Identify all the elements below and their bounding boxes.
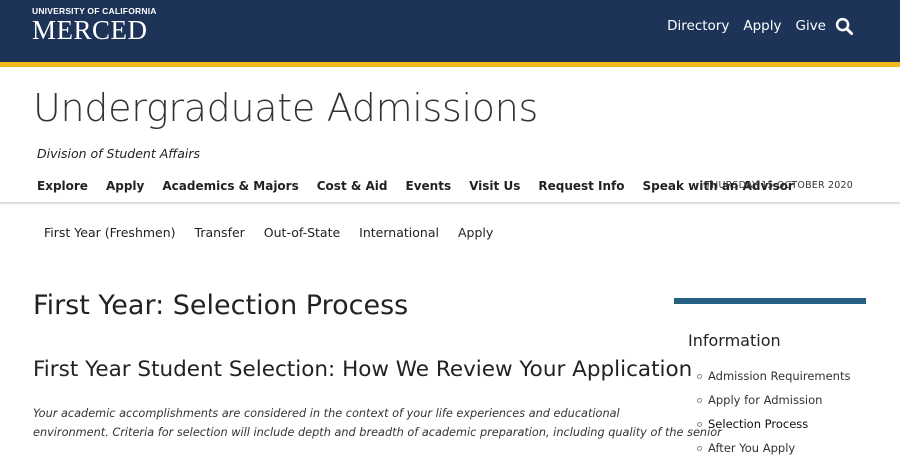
site-title[interactable]: Undergraduate Admissions (33, 86, 538, 130)
sidebar-heading: Information (688, 331, 781, 350)
nav-cost-aid[interactable]: Cost & Aid (317, 179, 388, 193)
sidebar-item-label: Apply for Admission (708, 393, 823, 407)
accent-line (0, 62, 900, 67)
intro-paragraph: Your academic accomplishments are consid… (33, 404, 722, 442)
intro-line-1: Your academic accomplishments are consid… (33, 407, 620, 420)
bullet-icon (697, 397, 702, 403)
subnav-out-of-state[interactable]: Out-of-State (264, 225, 340, 240)
division-name[interactable]: Division of Student Affairs (37, 146, 200, 161)
utility-nav: Directory Apply Give (667, 18, 826, 34)
subnav-first-year[interactable]: First Year (Freshmen) (44, 225, 176, 240)
nav-events[interactable]: Events (406, 179, 452, 193)
nav-explore[interactable]: Explore (37, 179, 88, 193)
search-icon[interactable] (835, 17, 854, 36)
nav-request-info[interactable]: Request Info (538, 179, 624, 193)
nav-apply[interactable]: Apply (106, 179, 144, 193)
bullet-icon (697, 421, 702, 427)
nav-academics-majors[interactable]: Academics & Majors (162, 179, 298, 193)
sidebar-menu: Admission Requirements Apply for Admissi… (697, 364, 850, 460)
utility-link-give[interactable]: Give (795, 18, 826, 34)
subnav-international[interactable]: International (359, 225, 439, 240)
current-date: THURSDAY 15 OCTOBER 2020 (705, 180, 853, 191)
sub-nav: First Year (Freshmen) Transfer Out-of-St… (44, 225, 493, 240)
sidebar-item-apply-for-admission[interactable]: Apply for Admission (697, 388, 850, 412)
sidebar-item-after-you-apply[interactable]: After You Apply (697, 436, 850, 460)
sidebar-item-label: Selection Process (708, 417, 809, 431)
bullet-icon (697, 373, 702, 379)
subnav-apply[interactable]: Apply (458, 225, 493, 240)
top-bar: UNIVERSITY OF CALIFORNIA MERCED Director… (0, 0, 900, 62)
sidebar-item-selection-process[interactable]: Selection Process (697, 412, 850, 436)
page-title: First Year: Selection Process (33, 290, 409, 321)
sidebar-accent-bar (674, 298, 866, 304)
utility-link-directory[interactable]: Directory (667, 18, 729, 34)
header-divider (0, 202, 900, 205)
utility-link-apply[interactable]: Apply (743, 18, 781, 34)
nav-visit-us[interactable]: Visit Us (469, 179, 520, 193)
intro-line-2: environment. Criteria for selection will… (33, 426, 722, 439)
main-nav: Explore Apply Academics & Majors Cost & … (37, 179, 794, 193)
sidebar-item-admission-requirements[interactable]: Admission Requirements (697, 364, 850, 388)
section-title: First Year Student Selection: How We Rev… (33, 357, 693, 382)
sidebar-item-label: Admission Requirements (708, 369, 851, 383)
uc-merced-logo[interactable]: UNIVERSITY OF CALIFORNIA MERCED (32, 6, 157, 44)
logo-line-merced: MERCED (32, 15, 148, 45)
sidebar-item-label: After You Apply (708, 441, 796, 455)
subnav-transfer[interactable]: Transfer (195, 225, 245, 240)
